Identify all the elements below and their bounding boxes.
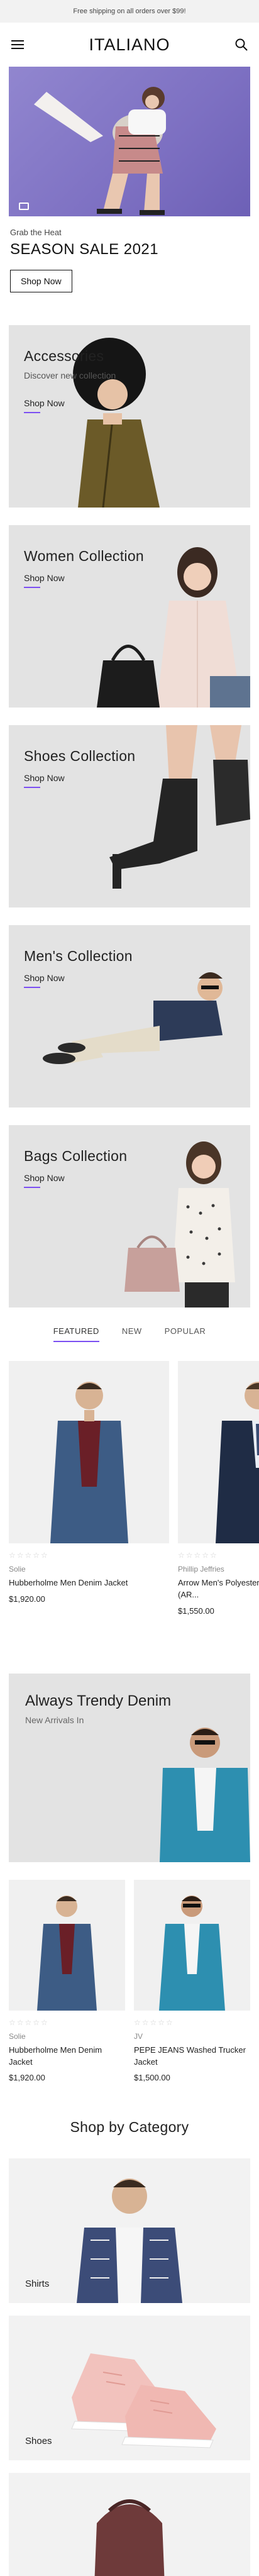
hero-text: Grab the Heat SEASON SALE 2021 Shop Now — [0, 216, 259, 292]
collections-list: Accessories Discover new collection Shop… — [0, 325, 259, 1307]
collection-shop-now-link[interactable]: Shop Now — [24, 973, 65, 988]
product-name[interactable]: Arrow Men's Polyester Checkered Suit (AR… — [178, 1577, 259, 1601]
trucker-jacket-model-image — [159, 1895, 225, 2011]
product-tabs: FEATURED NEW POPULAR — [0, 1326, 259, 1342]
collection-subtitle: Discover new collection — [24, 370, 116, 380]
product-image[interactable] — [9, 1879, 125, 2011]
category-label: Shoes — [25, 2436, 52, 2447]
product-image[interactable] — [9, 1361, 169, 1543]
product-brand: JV — [134, 2031, 143, 2041]
hero-shop-now-button[interactable]: Shop Now — [10, 270, 72, 292]
hero-model-image — [34, 87, 166, 215]
product-price: $1,920.00 — [9, 2073, 45, 2083]
collection-shop-now-link[interactable]: Shop Now — [24, 573, 65, 588]
collection-shop-now-link[interactable]: Shop Now — [24, 1173, 65, 1188]
tab-popular[interactable]: POPULAR — [165, 1326, 206, 1342]
product-card[interactable]: ☆☆☆☆☆ Solie Hubberholme Men Denim Jacket… — [9, 1879, 125, 2083]
product-name[interactable]: Hubberholme Men Denim Jacket — [9, 2045, 125, 2068]
product-card[interactable]: ☆☆☆☆☆ JV PEPE JEANS Washed Trucker Jacke… — [134, 1879, 250, 2083]
product-image[interactable] — [178, 1361, 259, 1543]
product-brand: Solie — [9, 2031, 26, 2041]
gallery-icon[interactable] — [19, 203, 29, 210]
rating-stars: ☆☆☆☆☆ — [134, 2018, 174, 2027]
product-grid: ☆☆☆☆☆ Solie Hubberholme Men Denim Jacket… — [9, 1879, 250, 2083]
announcement-text: Free shipping on all orders over $99! — [73, 8, 186, 15]
site-header: ITALIANO — [0, 23, 259, 67]
collection-card-bags[interactable]: Bags Collection Shop Now — [9, 1125, 250, 1307]
category-card-shirts[interactable]: Shirts — [9, 2158, 250, 2304]
collection-shop-now-link[interactable]: Shop Now — [24, 398, 65, 413]
hero-kicker: Grab the Heat — [10, 228, 62, 237]
denim-jacket-model-image — [50, 1382, 128, 1543]
product-price: $1,920.00 — [9, 1594, 45, 1604]
hero-banner[interactable] — [9, 67, 250, 216]
collection-card-accessories[interactable]: Accessories Discover new collection Shop… — [9, 325, 250, 508]
rating-stars: ☆☆☆☆☆ — [9, 1551, 49, 1560]
rating-stars: ☆☆☆☆☆ — [9, 2018, 49, 2027]
backpack-product-image — [94, 2499, 165, 2576]
collection-shop-now-link[interactable]: Shop Now — [24, 773, 65, 788]
product-image[interactable] — [134, 1879, 250, 2011]
product-name[interactable]: PEPE JEANS Washed Trucker Jacket — [134, 2045, 250, 2068]
site-logo[interactable]: ITALIANO — [89, 35, 170, 55]
product-card[interactable]: ☆☆☆☆☆ Phillip Jeffries Arrow Men's Polye… — [178, 1361, 259, 1616]
category-card-bags[interactable] — [9, 2473, 250, 2576]
collection-title: Women Collection — [24, 548, 145, 564]
rating-stars: ☆☆☆☆☆ — [178, 1551, 218, 1560]
tab-new[interactable]: NEW — [122, 1326, 142, 1342]
featured-carousel[interactable]: ☆☆☆☆☆ Solie Hubberholme Men Denim Jacket… — [0, 1361, 259, 1616]
shop-by-category-title: Shop by Category — [70, 2119, 189, 2136]
product-brand: Solie — [9, 1565, 26, 1574]
suit-model-image — [216, 1382, 259, 1543]
collection-title: Bags Collection — [24, 1148, 128, 1164]
hero-title: SEASON SALE 2021 — [10, 241, 159, 258]
product-price: $1,550.00 — [178, 1606, 214, 1616]
collection-title: Men's Collection — [24, 948, 133, 964]
category-card-shoes[interactable]: Shoes — [9, 2316, 250, 2461]
collection-title: Shoes Collection — [24, 748, 136, 764]
collection-card-shoes[interactable]: Shoes Collection Shop Now — [9, 725, 250, 908]
denim-jacket-model-image — [37, 1895, 97, 2011]
promo-subtitle: New Arrivals In — [25, 1714, 84, 1725]
promo-banner[interactable]: Always Trendy Denim New Arrivals In — [9, 1673, 250, 1862]
announcement-bar: Free shipping on all orders over $99! — [0, 0, 259, 23]
product-card[interactable]: ☆☆☆☆☆ Solie Hubberholme Men Denim Jacket… — [9, 1361, 169, 1616]
collection-card-men[interactable]: Men's Collection Shop Now — [9, 925, 250, 1108]
menu-icon[interactable] — [10, 37, 25, 52]
product-brand: Phillip Jeffries — [178, 1565, 224, 1574]
promo-title: Always Trendy Denim — [25, 1692, 172, 1709]
collection-card-women[interactable]: Women Collection Shop Now — [9, 525, 250, 708]
tab-featured[interactable]: FEATURED — [53, 1326, 99, 1342]
category-label: Shirts — [25, 2279, 50, 2290]
collection-title: Accessories — [24, 348, 104, 364]
product-name[interactable]: Hubberholme Men Denim Jacket — [9, 1577, 169, 1589]
search-icon[interactable] — [234, 37, 249, 52]
product-price: $1,500.00 — [134, 2073, 170, 2083]
